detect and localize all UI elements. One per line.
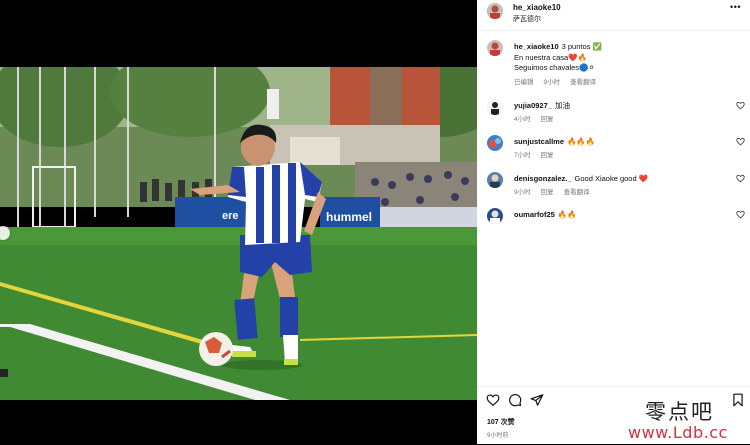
comment-time: 4小时 [514,116,531,123]
more-horizontal-icon[interactable]: ••• [730,2,741,12]
comment-line: yujia0927_ 加油 [514,100,729,111]
comment-username[interactable]: sunjustcallme [514,137,564,146]
comment-icon[interactable] [508,393,522,407]
reply-button[interactable]: 回复 [541,116,554,123]
comment-line: denisgonzalez._ Good Xiaoke good ❤️ [514,173,729,184]
banner-text-hummel: hummel [326,210,372,224]
caption-time: 9小时 [543,79,561,86]
avatar[interactable] [487,172,503,188]
post-panel: he_xiaoke10 萨瓦德尔 ••• he_xiaoke10 3 puntos… [477,0,750,444]
like-heart-icon[interactable] [486,393,500,407]
post-time: 9小时前 [487,433,509,439]
comment-time: 9小时 [514,189,531,196]
caption-line-1: he_xiaoke10 3 puntos ✅ [514,41,729,52]
avatar[interactable] [487,3,503,19]
heart-icon[interactable] [736,210,745,219]
caption-text-3: Seguimos chavales🔵⚪ [514,63,595,72]
heart-icon[interactable] [736,137,745,146]
caption-meta: 已编辑 9小时 查看翻译 [514,76,606,86]
post-username[interactable]: he_xiaoke10 [513,3,561,12]
comment-username[interactable]: yujia0927_ [514,101,552,110]
reply-button[interactable]: 回复 [541,152,554,159]
post-media: ere hummel [0,0,477,444]
heart-icon[interactable] [736,174,745,183]
caption-text-1: 3 puntos ✅ [561,42,602,51]
reply-button[interactable]: 回复 [541,189,554,196]
avatar[interactable] [487,135,503,151]
see-translation-link[interactable]: 查看翻译 [570,79,596,86]
comment-text: 🔥🔥🔥 [567,137,596,146]
post-location[interactable]: 萨瓦德尔 [513,14,541,24]
bookmark-icon[interactable] [731,393,745,407]
see-translation-link[interactable]: 查看翻译 [564,189,590,196]
comment-line: sunjustcallme 🔥🔥🔥 [514,136,729,147]
avatar[interactable] [487,208,503,224]
share-icon[interactable] [530,393,544,407]
watermark-logo-text: 零点吧 [645,400,714,424]
comment-username[interactable]: denisgonzalez._ [514,174,572,183]
edited-label: 已编辑 [514,79,534,86]
post-header: he_xiaoke10 萨瓦德尔 ••• [477,0,750,31]
comment-text: 加油 [554,101,570,110]
banner-text-left: ere [222,210,239,222]
comment-meta: 9小时 回复 查看翻译 [514,186,600,196]
comment-time: 7小时 [514,152,531,159]
heart-icon[interactable] [736,101,745,110]
comment-text: 🔥🔥 [557,210,577,219]
post-photo[interactable]: ere hummel [0,67,477,400]
avatar[interactable] [487,99,503,115]
comment-line: oumarfof25 🔥🔥 [514,209,729,220]
soccer-player-photo: ere hummel [0,67,477,400]
avatar[interactable] [487,40,503,56]
soccer-ball [199,332,233,366]
comment-meta: 7小时 回复 [514,149,564,159]
comment-username[interactable]: oumarfof25 [514,210,555,219]
like-count[interactable]: 107 次赞 [487,417,515,427]
caption-username[interactable]: he_xiaoke10 [514,42,559,51]
comment-meta: 4小时 回复 [514,113,564,123]
watermark-url: www.Ldb.cc [628,423,728,442]
comment-text: Good Xiaoke good ❤️ [574,174,649,183]
